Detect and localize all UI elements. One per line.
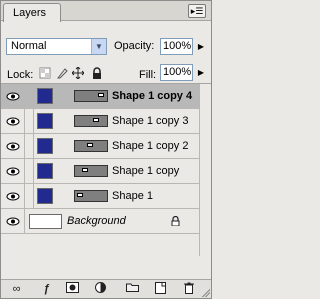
adjustment-layer-icon[interactable] [93, 282, 108, 296]
resize-grip-icon[interactable] [201, 288, 210, 297]
blend-mode-select[interactable]: Normal ▼ [6, 38, 107, 55]
new-group-icon[interactable] [125, 282, 140, 296]
lock-position-icon[interactable] [71, 66, 85, 80]
vector-mask-thumbnail [74, 190, 108, 202]
trash-icon[interactable] [181, 282, 196, 296]
tab-layers[interactable]: Layers [3, 3, 61, 22]
layer-style-icon[interactable]: ƒ [39, 282, 54, 296]
background-layer-row[interactable]: Background [1, 209, 199, 234]
layer-thumbnail [37, 138, 53, 154]
add-mask-icon[interactable] [65, 282, 80, 296]
layers-panel: Layers ▸☰ Normal ▼ Opacity: 100% ▶ Lock:… [0, 0, 212, 299]
panel-footer: ∞ ƒ [1, 279, 211, 298]
visibility-eye-icon[interactable] [1, 184, 25, 209]
visibility-eye-icon[interactable] [1, 159, 25, 184]
link-cell[interactable] [25, 184, 34, 209]
new-layer-icon[interactable] [153, 282, 168, 296]
layer-row[interactable]: Shape 1 copy [1, 159, 199, 184]
link-layers-icon[interactable]: ∞ [9, 282, 24, 296]
layer-thumbnail [37, 163, 53, 179]
opacity-field[interactable]: 100% [160, 38, 193, 55]
layer-name[interactable]: Shape 1 copy 3 [112, 115, 188, 127]
chevron-down-icon[interactable]: ▼ [91, 39, 106, 54]
layer-list-scrollbar[interactable] [199, 84, 211, 256]
fill-field[interactable]: 100% [160, 64, 193, 81]
layer-thumbnail [37, 113, 53, 129]
lock-label: Lock: [7, 69, 34, 81]
link-cell[interactable] [25, 84, 34, 109]
background-layer-name[interactable]: Background [67, 215, 126, 227]
visibility-eye-icon[interactable] [1, 209, 25, 234]
layer-thumbnail [37, 88, 53, 104]
layer-list: Shape 1 copy 4 Shape 1 copy 3 Shape 1 co… [1, 83, 211, 256]
opacity-slider-arrow-icon[interactable]: ▶ [195, 38, 207, 55]
layer-name[interactable]: Shape 1 copy [112, 165, 179, 177]
layer-row[interactable]: Shape 1 copy 2 [1, 134, 199, 159]
visibility-eye-icon[interactable] [1, 134, 25, 159]
vector-mask-thumbnail [74, 115, 108, 127]
layer-row[interactable]: Shape 1 [1, 184, 199, 209]
vector-mask-thumbnail [74, 165, 108, 177]
opacity-value: 100% [163, 40, 192, 52]
visibility-eye-icon[interactable] [1, 109, 25, 134]
layer-name[interactable]: Shape 1 [112, 190, 153, 202]
layer-thumbnail [37, 188, 53, 204]
panel-menu-icon[interactable]: ▸☰ [188, 4, 206, 18]
layer-row[interactable]: Shape 1 copy 3 [1, 109, 199, 134]
lock-pixels-icon[interactable] [56, 67, 68, 79]
opacity-label: Opacity: [114, 40, 155, 52]
vector-mask-thumbnail [74, 90, 108, 102]
blend-mode-value: Normal [11, 40, 47, 52]
background-thumbnail [29, 214, 62, 229]
visibility-eye-icon[interactable] [1, 84, 25, 109]
link-cell[interactable] [25, 109, 34, 134]
layer-name[interactable]: Shape 1 copy 4 [112, 90, 192, 102]
link-cell[interactable] [25, 134, 34, 159]
lock-icon [171, 215, 180, 229]
fill-label: Fill: [139, 69, 157, 81]
lock-transparency-icon[interactable] [39, 67, 51, 79]
panel-tab-bar: Layers ▸☰ [1, 1, 211, 22]
layer-row[interactable]: Shape 1 copy 4 [1, 84, 199, 109]
layer-name[interactable]: Shape 1 copy 2 [112, 140, 188, 152]
link-cell[interactable] [25, 159, 34, 184]
vector-mask-thumbnail [74, 140, 108, 152]
fill-value: 100% [163, 66, 192, 78]
fill-slider-arrow-icon[interactable]: ▶ [195, 64, 207, 81]
lock-all-icon[interactable] [91, 67, 103, 79]
